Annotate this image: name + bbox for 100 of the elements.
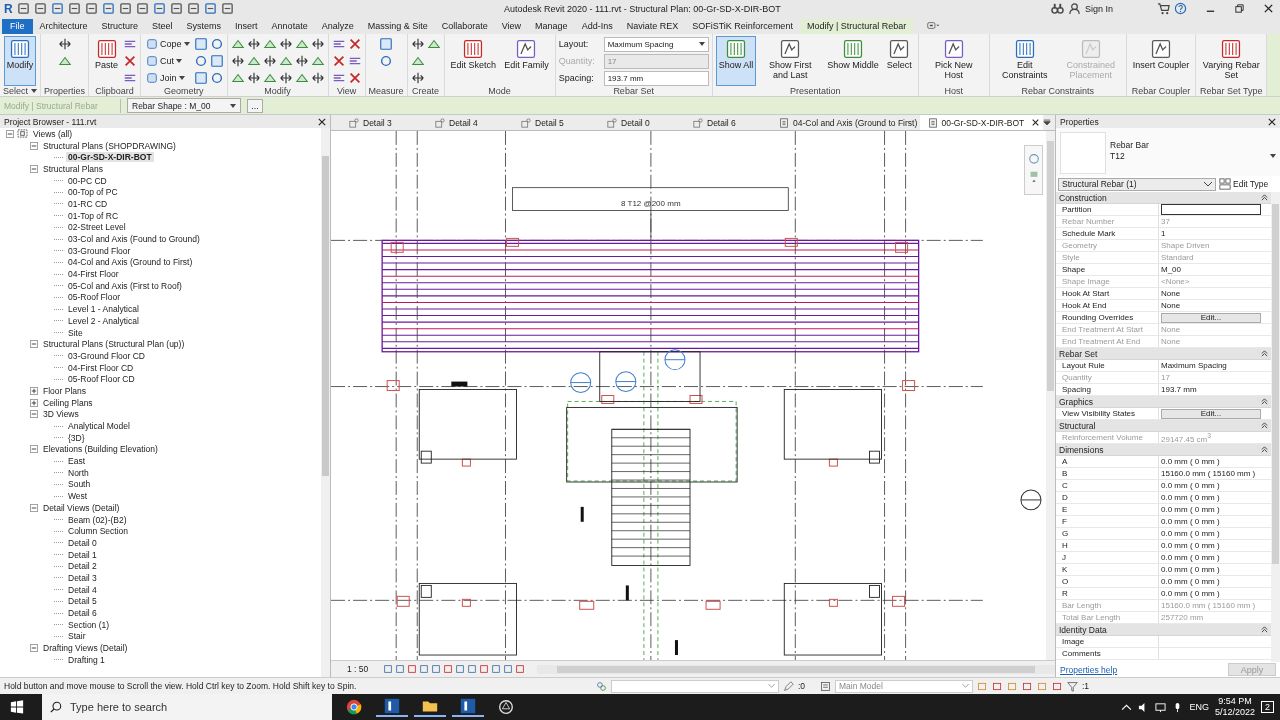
close-icon[interactable] [1032,119,1040,126]
ribbon-button[interactable]: Show All [715,36,757,86]
expander-icon[interactable] [30,503,38,512]
ribbon-button[interactable]: Pick New Host [921,36,986,86]
ribbon-tab[interactable]: Modify | Structural Rebar [799,19,914,34]
ribbon-button[interactable]: Show Middle [824,36,882,86]
tree-item[interactable]: Structural Plans [41,163,105,174]
selection-option-icon[interactable] [992,680,1003,692]
document-tab[interactable]: 04-Col and Axis (Ground to First) [761,115,920,130]
sign-in-link[interactable]: Sign In [1084,3,1113,14]
caret-icon[interactable] [31,89,37,93]
tree-item[interactable]: 04-First Floor [66,269,121,280]
tree-item[interactable]: South [66,479,93,490]
scale-label[interactable]: 1 : 50 [347,664,381,674]
selection-option-icon[interactable] [1052,680,1063,692]
ribbon-tab[interactable]: Collaborate [434,19,495,34]
quick-access-icon[interactable] [50,2,64,15]
caret-icon[interactable] [1270,154,1276,158]
app-icon[interactable] [376,697,408,717]
tool-icon[interactable] [310,37,325,51]
rebar-shape-dropdown[interactable]: Rebar Shape : M_00 [127,98,241,113]
tree-item[interactable]: Drafting 1 [66,654,107,665]
tool-icon[interactable] [347,71,362,85]
ribbon-button[interactable]: Cope [144,36,192,52]
tree-item[interactable]: 00-Gr-SD-X-DIR-BOT [66,152,154,163]
ribbon-tab[interactable]: View [494,19,529,34]
tree-item[interactable]: Drafting Views (Detail) [41,643,130,654]
ribbon-button[interactable]: Edit Sketch [447,36,500,86]
document-tab[interactable]: Detail 0 [589,115,675,130]
quick-access-icon[interactable] [203,2,217,15]
tree-item[interactable]: 01-Top of RC [66,210,121,221]
tree-item[interactable]: {3D} [66,432,87,443]
tree-item[interactable]: Detail 6 [66,608,99,619]
workset-icon[interactable] [596,680,607,692]
expander-icon[interactable] [30,398,38,407]
expander-icon[interactable] [30,340,38,349]
selection-option-icon[interactable] [977,680,988,692]
network-icon[interactable] [1155,701,1167,713]
quick-access-icon[interactable] [135,2,149,15]
quick-access-icon[interactable] [84,2,98,15]
design-options-icon[interactable] [820,680,831,692]
collapse-icon[interactable] [1261,446,1268,453]
ribbon-button[interactable]: Modify [3,36,37,86]
expander-icon[interactable] [30,386,38,395]
tool-icon[interactable] [410,71,425,85]
app-logo[interactable]: R [4,1,13,16]
collapse-icon[interactable] [1261,422,1268,429]
properties-help-link[interactable]: Properties help [1060,664,1118,675]
scrollbar[interactable] [537,664,1055,674]
collapse-icon[interactable] [1261,626,1268,633]
input-field[interactable] [1161,204,1261,215]
ribbon-tab[interactable]: File [2,19,33,34]
search-field[interactable]: Type here to search [42,694,332,720]
quick-access-icon[interactable] [169,2,183,15]
edit-button[interactable]: Edit... [1161,408,1261,419]
ribbon-button[interactable]: Paste [92,36,122,86]
document-tab[interactable]: Detail 6 [675,115,761,130]
tree-item[interactable]: Detail 0 [66,537,99,548]
scrollbar[interactable] [321,128,330,677]
ribbon-tab[interactable]: Massing & Site [360,19,435,34]
ribbon-tab[interactable]: Insert [228,19,265,34]
tree-item[interactable]: 05-Roof Floor CD [66,374,137,385]
tool-icon[interactable] [278,37,293,51]
tree-item[interactable]: Stair [66,631,88,642]
tool-icon[interactable] [379,54,394,68]
quick-access-icon[interactable] [220,2,234,15]
expander-icon[interactable] [6,129,14,138]
tree-item[interactable]: Detail 5 [66,596,99,607]
ribbon-tab[interactable]: Structure [94,19,146,34]
quick-access-icon[interactable] [67,2,81,15]
clock[interactable]: 9:54 PM 5/12/2022 [1214,696,1255,718]
group-header[interactable]: Rebar Set [1059,348,1098,359]
tab-list-icon[interactable] [1043,119,1051,126]
tree-item[interactable]: 03-Col and Axis (Found to Ground) [66,234,202,245]
ribbon-tab[interactable]: SOFiSTiK Reinforcement [685,19,800,34]
selection-option-icon[interactable] [1007,680,1018,692]
tree-item[interactable]: Section (1) [66,619,112,630]
ribbon-button[interactable]: Show First and Last [758,36,823,86]
tree-item[interactable]: Floor Plans [41,385,88,396]
scrollbar[interactable] [1271,192,1280,662]
scrollbar[interactable] [1046,131,1055,660]
input-field[interactable]: Maximum Spacing [603,36,709,52]
tree-item[interactable]: 02-Street Level [66,222,128,233]
cart-icon[interactable] [1157,2,1170,15]
tree-item[interactable]: Level 1 - Analytical [66,304,141,315]
ribbon-button[interactable]: Join [144,70,192,86]
tree-item[interactable]: Detail Views (Detail) [41,502,122,513]
quick-access-icon[interactable] [118,2,132,15]
selection-option-icon[interactable] [1037,680,1048,692]
tool-icon[interactable] [209,71,224,85]
model-dropdown[interactable]: Main Model [835,679,973,693]
quick-access-icon[interactable] [33,2,47,15]
tool-icon[interactable] [193,54,208,68]
pencil-icon[interactable] [783,680,794,692]
more-button[interactable]: ... [247,98,263,113]
collapse-icon[interactable] [1261,398,1268,405]
ribbon-button[interactable]: Edit Family [501,36,552,86]
ribbon-tab[interactable]: Systems [179,19,229,34]
collapse-icon[interactable] [1261,194,1268,201]
expander-icon[interactable] [30,445,38,454]
